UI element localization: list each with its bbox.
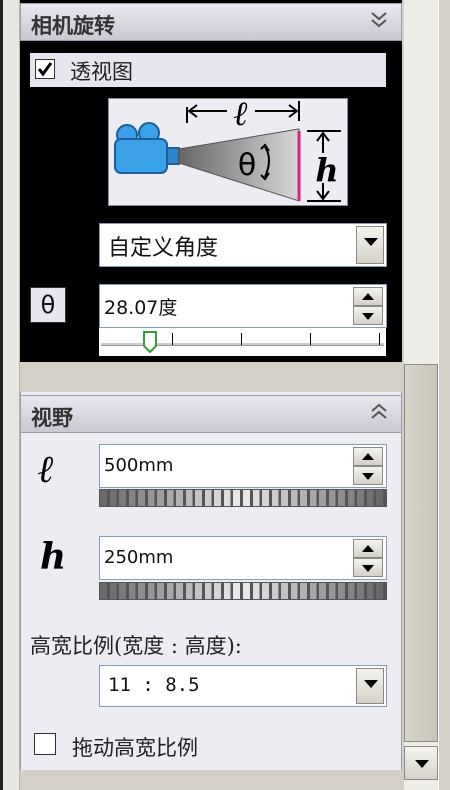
double-chevron-up-icon[interactable]	[369, 401, 389, 423]
diagram-angle-symbol: θ	[238, 148, 256, 183]
slider-tick	[310, 333, 311, 345]
length-thumbwheel[interactable]	[99, 489, 387, 507]
aspect-ratio-dropdown[interactable]: 11 : 8.5	[99, 665, 387, 707]
chevron-down-icon[interactable]	[356, 668, 384, 704]
field-section-title: 视野	[31, 405, 73, 430]
perspective-checkbox[interactable]	[35, 59, 55, 79]
scroll-down-button[interactable]	[404, 746, 438, 780]
camera-diagram: ℓ θ h	[108, 94, 348, 206]
angle-increment-button[interactable]	[353, 287, 383, 306]
angle-decrement-button[interactable]	[353, 306, 383, 325]
angle-mode-dropdown[interactable]: 自定义角度	[99, 223, 387, 267]
drag-aspect-label: 拖动高宽比例	[72, 736, 198, 760]
camera-icon	[114, 122, 180, 174]
diagram-length-symbol: ℓ	[234, 99, 249, 134]
camera-section-header[interactable]: 相机旋转	[20, 3, 402, 41]
checkmark-icon	[37, 62, 53, 77]
height-icon: h	[40, 536, 67, 578]
angle-mode-value: 自定义角度	[108, 236, 219, 261]
angle-spinbox[interactable]: 28.07度	[99, 284, 387, 328]
angle-slider[interactable]	[99, 328, 386, 356]
left-edge	[0, 0, 3, 790]
aspect-ratio-label: 高宽比例(宽度 : 高度):	[30, 634, 242, 658]
drag-aspect-checkbox[interactable]	[34, 733, 56, 755]
angle-value[interactable]: 28.07度	[104, 293, 177, 320]
height-value[interactable]: 250mm	[104, 547, 173, 568]
chevron-down-icon[interactable]	[356, 226, 384, 264]
slider-tick	[241, 333, 242, 345]
right-frame	[438, 0, 450, 790]
camera-section-title: 相机旋转	[31, 13, 115, 38]
height-increment-button[interactable]	[353, 539, 383, 558]
perspective-row[interactable]: 透视图	[30, 53, 386, 87]
scrollbar-thumb[interactable]	[404, 364, 438, 742]
length-spinbox[interactable]: 500mm	[99, 444, 387, 488]
double-chevron-down-icon[interactable]	[369, 9, 389, 31]
length-value[interactable]: 500mm	[104, 455, 173, 476]
left-frame	[0, 0, 20, 790]
length-increment-button[interactable]	[353, 447, 383, 466]
height-decrement-button[interactable]	[353, 558, 383, 577]
diagram-height-symbol: h	[315, 151, 338, 189]
slider-thumb[interactable]	[143, 331, 157, 353]
height-thumbwheel[interactable]	[99, 582, 387, 600]
length-decrement-button[interactable]	[353, 466, 383, 485]
slider-tick	[379, 333, 380, 345]
slider-tick	[172, 333, 173, 345]
height-spinbox[interactable]: 250mm	[99, 536, 387, 580]
perspective-label: 透视图	[70, 60, 133, 84]
aspect-ratio-value: 11 : 8.5	[108, 674, 200, 696]
field-section-header[interactable]: 视野	[20, 395, 402, 433]
length-icon: ℓ	[38, 446, 55, 491]
theta-icon: θ	[30, 287, 66, 323]
